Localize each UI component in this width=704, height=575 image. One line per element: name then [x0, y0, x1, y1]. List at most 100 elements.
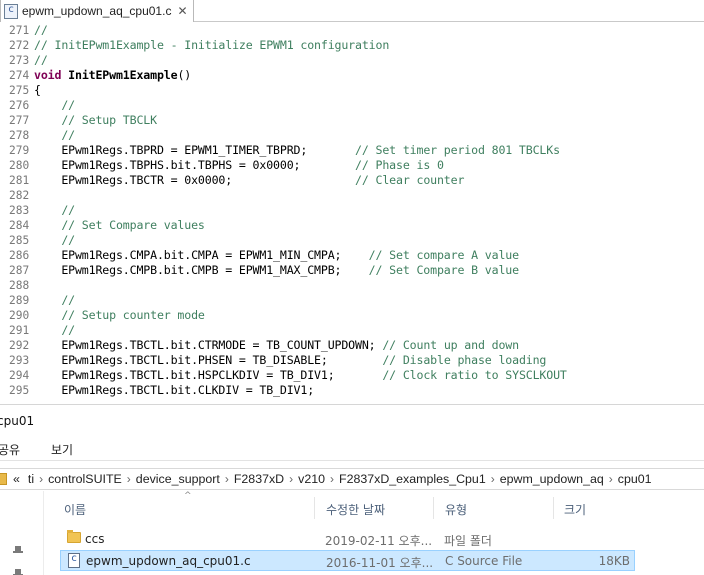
breadcrumb-item[interactable]: epwm_updown_aq: [500, 472, 604, 486]
code-comment: //: [34, 203, 75, 217]
line-number: 294: [9, 369, 30, 382]
code-line[interactable]: 277 // Setup TBCLK: [0, 113, 704, 128]
column-header-type[interactable]: 유형: [445, 501, 467, 518]
column-header-name[interactable]: 이름: [64, 501, 86, 518]
code-line[interactable]: 285 //: [0, 233, 704, 248]
chevron-right-icon[interactable]: ›: [330, 472, 334, 486]
code-area[interactable]: 271 // 272 // InitEPwm1Example - Initialize…: [0, 23, 704, 398]
code-text: // Setup counter mode: [34, 308, 205, 323]
code-comment: // Set Compare B value: [368, 263, 519, 277]
code-text: //: [34, 233, 75, 248]
file-explorer-window: cpu01 공유 보기 « ti › controlSUITE › device_sup…: [0, 404, 704, 575]
code-text: EPwm1Regs.TBPHS.bit.TBPHS = 0x0000; // P…: [34, 158, 444, 173]
code-text: EPwm1Regs.CMPB.bit.CMPB = EPWM1_MAX_CMPB…: [34, 263, 519, 278]
code-line[interactable]: 275 {: [0, 83, 704, 98]
code-text: EPwm1Regs.TBCTR = 0x0000; // Clear count…: [34, 173, 464, 188]
chevron-right-icon[interactable]: ›: [127, 472, 131, 486]
code-token: EPwm1Regs.TBCTL.bit.HSPCLKDIV = TB_DIV1;: [34, 368, 383, 382]
ribbon-tab-share[interactable]: 공유: [0, 441, 20, 458]
pin-icon[interactable]: [13, 546, 23, 556]
pin-icon[interactable]: [13, 569, 23, 575]
line-number: 283: [9, 204, 30, 217]
folder-icon: [67, 530, 81, 543]
code-text: EPwm1Regs.TBCTL.bit.PHSEN = TB_DISABLE; …: [34, 353, 546, 368]
column-header-size[interactable]: 크기: [564, 501, 586, 518]
list-item-selected[interactable]: epwm_updown_aq_cpu01.c 2016-11-01 오후... …: [60, 550, 635, 571]
code-line[interactable]: 286 EPwm1Regs.CMPA.bit.CMPA = EPWM1_MIN_…: [0, 248, 704, 263]
code-comment: // Clock ratio to SYSCLKOUT: [382, 368, 567, 382]
code-comment: //: [34, 23, 48, 37]
code-line[interactable]: 272 // InitEPwm1Example - Initialize EPWM…: [0, 38, 704, 53]
code-line[interactable]: 280 EPwm1Regs.TBPHS.bit.TBPHS = 0x0000; …: [0, 158, 704, 173]
code-line[interactable]: 287 EPwm1Regs.CMPB.bit.CMPB = EPWM1_MAX_…: [0, 263, 704, 278]
chevron-right-icon[interactable]: ›: [289, 472, 293, 486]
line-number: 278: [9, 129, 30, 142]
code-text: // Setup TBCLK: [34, 113, 157, 128]
breadcrumb: ti › controlSUITE › device_support › F2837xD › v…: [24, 472, 656, 486]
editor-tab[interactable]: epwm_updown_aq_cpu01.c ✕: [0, 0, 194, 22]
code-line[interactable]: 295 EPwm1Regs.TBCTL.bit.CLKDIV = TB_DIV1…: [0, 383, 704, 398]
breadcrumb-item[interactable]: v210: [298, 472, 325, 486]
c-file-icon: [4, 3, 18, 19]
breadcrumb-item[interactable]: F2837xD: [234, 472, 284, 486]
breadcrumb-item[interactable]: F2837xD_examples_Cpu1: [339, 472, 486, 486]
column-divider[interactable]: [314, 497, 315, 519]
code-line[interactable]: 276 //: [0, 98, 704, 113]
code-line[interactable]: 281 EPwm1Regs.TBCTR = 0x0000; // Clear c…: [0, 173, 704, 188]
code-text: //: [34, 23, 48, 38]
code-line[interactable]: 292 EPwm1Regs.TBCTL.bit.CTRMODE = TB_COU…: [0, 338, 704, 353]
address-overflow[interactable]: «: [13, 472, 20, 486]
close-icon[interactable]: ✕: [177, 4, 187, 18]
code-line[interactable]: 273 //: [0, 53, 704, 68]
code-comment: //: [34, 98, 75, 112]
column-header-date[interactable]: 수정한 날짜: [326, 501, 385, 518]
code-token: EPwm1Regs.CMPB.bit.CMPB = EPWM1_MAX_CMPB…: [34, 263, 369, 277]
ribbon-tab-view[interactable]: 보기: [51, 441, 73, 458]
code-line[interactable]: 291 //: [0, 323, 704, 338]
code-text: // Set Compare values: [34, 218, 205, 233]
line-number: 280: [9, 159, 30, 172]
code-line[interactable]: 279 EPwm1Regs.TBPRD = EPWM1_TIMER_TBPRD;…: [0, 143, 704, 158]
breadcrumb-item[interactable]: cpu01: [618, 472, 652, 486]
code-line[interactable]: 294 EPwm1Regs.TBCTL.bit.HSPCLKDIV = TB_D…: [0, 368, 704, 383]
code-text: // InitEPwm1Example - Initialize EPWM1 c…: [34, 38, 389, 53]
breadcrumb-item[interactable]: controlSUITE: [48, 472, 122, 486]
chevron-right-icon[interactable]: ›: [39, 472, 43, 486]
code-text: {: [34, 83, 41, 98]
chevron-right-icon[interactable]: ›: [609, 472, 613, 486]
code-text: EPwm1Regs.TBPRD = EPWM1_TIMER_TBPRD; // …: [34, 143, 560, 158]
chevron-right-icon[interactable]: ›: [225, 472, 229, 486]
line-number: 275: [9, 84, 30, 97]
line-number: 281: [9, 174, 30, 187]
column-divider[interactable]: [553, 497, 554, 519]
code-line[interactable]: 289 //: [0, 293, 704, 308]
code-editor[interactable]: epwm_updown_aq_cpu01.c ✕ 271 // 272 // Init…: [0, 0, 704, 404]
code-line[interactable]: 271 //: [0, 23, 704, 38]
code-token: EPwm1Regs.TBCTL.bit.CLKDIV = TB_DIV1;: [34, 383, 315, 397]
chevron-right-icon[interactable]: ›: [491, 472, 495, 486]
code-text: //: [34, 293, 75, 308]
code-line[interactable]: 278 //: [0, 128, 704, 143]
code-line[interactable]: 274 void InitEPwm1Example(): [0, 68, 704, 83]
line-number: 277: [9, 114, 30, 127]
address-bar[interactable]: « ti › controlSUITE › device_support › F2837xD…: [0, 468, 704, 490]
code-line[interactable]: 290 // Setup counter mode: [0, 308, 704, 323]
line-number: 282: [9, 189, 30, 202]
code-line[interactable]: 282: [0, 188, 704, 203]
navigation-pane: [0, 491, 44, 575]
column-divider[interactable]: [433, 497, 434, 519]
breadcrumb-item[interactable]: device_support: [136, 472, 220, 486]
code-line[interactable]: 288: [0, 278, 704, 293]
code-token: EPwm1Regs.TBCTL.bit.PHSEN = TB_DISABLE;: [34, 353, 383, 367]
code-line[interactable]: 284 // Set Compare values: [0, 218, 704, 233]
editor-tab-bar: epwm_updown_aq_cpu01.c ✕: [0, 0, 704, 22]
code-line[interactable]: 293 EPwm1Regs.TBCTL.bit.PHSEN = TB_DISAB…: [0, 353, 704, 368]
code-comment: // Set timer period 801 TBCLKs: [355, 143, 560, 157]
file-date: 2019-02-11 오후...: [325, 534, 433, 548]
file-type: C Source File: [445, 554, 523, 568]
code-comment: // InitEPwm1Example - Initialize EPWM1 c…: [34, 38, 390, 52]
breadcrumb-item[interactable]: ti: [28, 472, 34, 486]
line-number: 288: [9, 279, 30, 292]
code-line[interactable]: 283 //: [0, 203, 704, 218]
list-item[interactable]: ccs 2019-02-11 오후... 파일 폴더: [60, 529, 635, 550]
